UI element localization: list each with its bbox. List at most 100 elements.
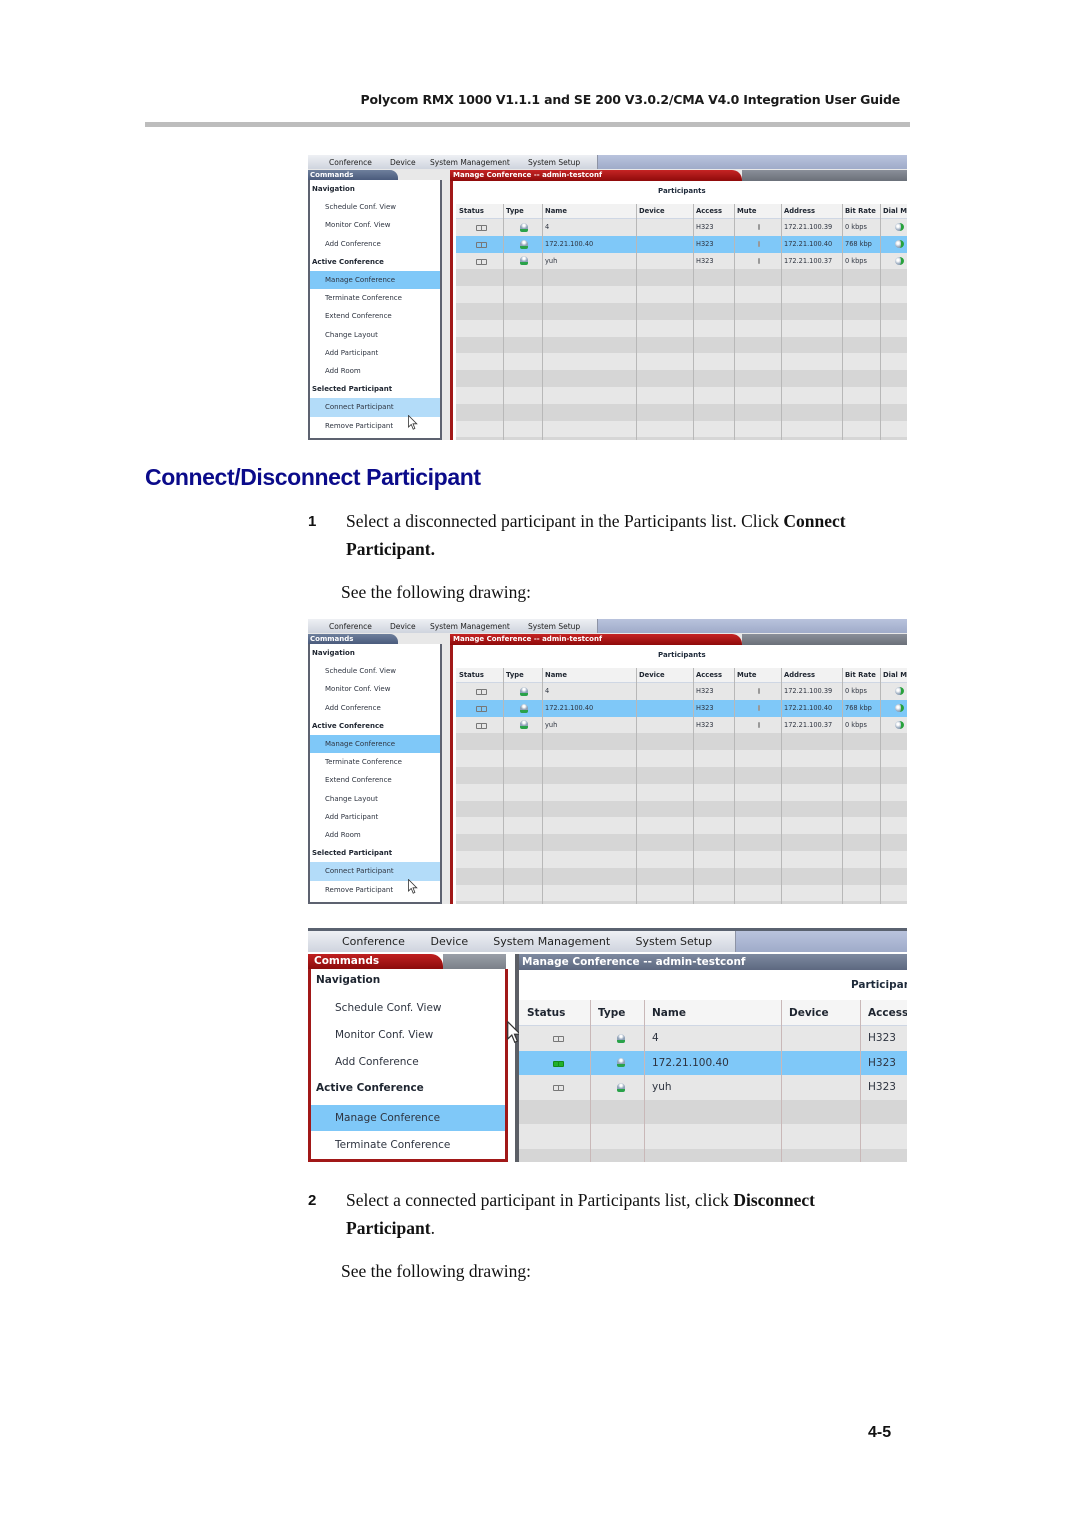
command-add-room[interactable]: Add Room [310, 362, 440, 380]
column-divider[interactable] [693, 668, 694, 904]
command-change-layout[interactable]: Change Layout [310, 326, 440, 344]
column-divider[interactable] [503, 668, 504, 904]
command-schedule-conf-view[interactable]: Schedule Conf. View [310, 198, 440, 216]
participant-row[interactable]: 4 H323 172.21.100.39 0 kbps [456, 683, 907, 700]
cell-mute [737, 717, 781, 734]
column-divider[interactable] [542, 668, 543, 904]
column-header-address[interactable]: Address [784, 668, 842, 682]
command-manage-conference[interactable]: Manage Conference [311, 1105, 505, 1131]
participant-row[interactable]: 4 H323 [519, 1026, 907, 1051]
column-divider[interactable] [781, 668, 782, 904]
menu-device[interactable]: Device [390, 622, 430, 631]
column-header-bit-rate[interactable]: Bit Rate [845, 668, 880, 682]
participant-row[interactable]: yuh H323 172.21.100.37 0 kbps [456, 716, 907, 734]
column-header-type[interactable]: Type [506, 668, 542, 682]
command-add-room[interactable]: Add Room [310, 826, 440, 844]
command-schedule-conf-view[interactable]: Schedule Conf. View [310, 662, 440, 680]
column-divider[interactable] [590, 1000, 591, 1162]
column-header-dial-m[interactable]: Dial M [883, 204, 907, 218]
endpoint-icon [617, 1058, 625, 1068]
command-remove-participant[interactable]: Remove Participant [310, 417, 440, 435]
command-add-participant[interactable]: Add Participant [310, 344, 440, 362]
command-monitor-conf-view[interactable]: Monitor Conf. View [311, 1022, 505, 1048]
command-monitor-conf-view[interactable]: Monitor Conf. View [310, 216, 440, 234]
column-header-type[interactable]: Type [506, 204, 542, 218]
command-terminate-conference[interactable]: Terminate Conference [311, 1132, 505, 1158]
menu-system-setup[interactable]: System Setup [528, 158, 588, 167]
participant-row[interactable]: 172.21.100.40 H323 172.21.100.40 768 kbp [456, 235, 907, 253]
command-schedule-conf-view[interactable]: Schedule Conf. View [311, 995, 505, 1021]
command-monitor-conf-view[interactable]: Monitor Conf. View [310, 680, 440, 698]
column-header-status[interactable]: Status [527, 1000, 590, 1025]
menu-conference[interactable]: Conference [329, 622, 390, 631]
column-header-status[interactable]: Status [459, 204, 503, 218]
column-divider[interactable] [542, 204, 543, 440]
menu-device[interactable]: Device [390, 158, 430, 167]
column-header-name[interactable]: Name [545, 204, 636, 218]
command-connect-participant[interactable]: Connect Participant [310, 862, 440, 881]
column-divider[interactable] [734, 204, 735, 440]
participants-panel: Participants Status Type Name Device Access Mu… [450, 181, 907, 440]
column-header-dial-m[interactable]: Dial M [883, 668, 907, 682]
column-header-name[interactable]: Name [652, 1000, 781, 1025]
command-remove-participant[interactable]: Remove Participant [310, 881, 440, 899]
menu-system-management[interactable]: System Management [430, 622, 528, 631]
participant-row[interactable]: yuh H323 [519, 1075, 907, 1100]
column-header-access[interactable]: Access [868, 1000, 907, 1025]
command-manage-conference[interactable]: Manage Conference [310, 735, 440, 754]
column-divider[interactable] [781, 204, 782, 440]
column-header-type[interactable]: Type [598, 1000, 644, 1025]
manage-conference-tab[interactable]: Manage Conference -- admin-testconf [519, 954, 907, 970]
menu-system-management[interactable]: System Management [430, 158, 528, 167]
column-divider[interactable] [842, 668, 843, 904]
manage-conference-tab[interactable]: Manage Conference -- admin-testconf [450, 634, 742, 645]
column-header-access[interactable]: Access [696, 668, 734, 682]
participant-row[interactable]: 172.21.100.40 H323 [519, 1050, 907, 1075]
column-header-status[interactable]: Status [459, 668, 503, 682]
column-header-device[interactable]: Device [639, 204, 693, 218]
commands-tab[interactable]: Commands [308, 634, 398, 644]
menu-system-management[interactable]: System Management [493, 935, 635, 948]
command-add-participant[interactable]: Add Participant [310, 808, 440, 826]
command-terminate-conference[interactable]: Terminate Conference [310, 289, 440, 307]
column-divider[interactable] [734, 668, 735, 904]
column-header-device[interactable]: Device [789, 1000, 860, 1025]
commands-tab[interactable]: Commands [308, 170, 398, 180]
command-manage-conference[interactable]: Manage Conference [310, 271, 440, 290]
column-header-name[interactable]: Name [545, 668, 636, 682]
column-divider[interactable] [880, 204, 881, 440]
participant-row[interactable]: 172.21.100.40 H323 172.21.100.40 768 kbp [456, 699, 907, 717]
column-header-address[interactable]: Address [784, 204, 842, 218]
menu-device[interactable]: Device [431, 935, 494, 948]
column-divider[interactable] [636, 668, 637, 904]
column-divider[interactable] [842, 204, 843, 440]
column-divider[interactable] [636, 204, 637, 440]
command-add-conference[interactable]: Add Conference [310, 699, 440, 717]
column-header-device[interactable]: Device [639, 668, 693, 682]
command-connect-participant[interactable]: Connect Participant [310, 398, 440, 417]
command-add-conference[interactable]: Add Conference [311, 1049, 505, 1075]
menu-system-setup[interactable]: System Setup [528, 622, 588, 631]
menu-conference[interactable]: Conference [329, 158, 390, 167]
menu-system-setup[interactable]: System Setup [636, 935, 736, 948]
column-divider[interactable] [644, 1000, 645, 1162]
command-add-conference[interactable]: Add Conference [310, 235, 440, 253]
column-divider[interactable] [860, 1000, 861, 1162]
command-terminate-conference[interactable]: Terminate Conference [310, 753, 440, 771]
column-divider[interactable] [503, 204, 504, 440]
column-header-bit-rate[interactable]: Bit Rate [845, 204, 880, 218]
commands-tab[interactable]: Commands [308, 954, 443, 969]
column-header-access[interactable]: Access [696, 204, 734, 218]
column-header-mute[interactable]: Mute [737, 668, 781, 682]
command-extend-conference[interactable]: Extend Conference [310, 307, 440, 325]
manage-conference-tab[interactable]: Manage Conference -- admin-testconf [450, 170, 742, 181]
command-extend-conference[interactable]: Extend Conference [310, 771, 440, 789]
column-divider[interactable] [880, 668, 881, 904]
command-change-layout[interactable]: Change Layout [310, 790, 440, 808]
participant-row[interactable]: yuh H323 172.21.100.37 0 kbps [456, 252, 907, 270]
column-divider[interactable] [693, 204, 694, 440]
participant-row[interactable]: 4 H323 172.21.100.39 0 kbps [456, 219, 907, 236]
menu-conference[interactable]: Conference [342, 935, 431, 948]
column-header-mute[interactable]: Mute [737, 204, 781, 218]
column-divider[interactable] [781, 1000, 782, 1162]
